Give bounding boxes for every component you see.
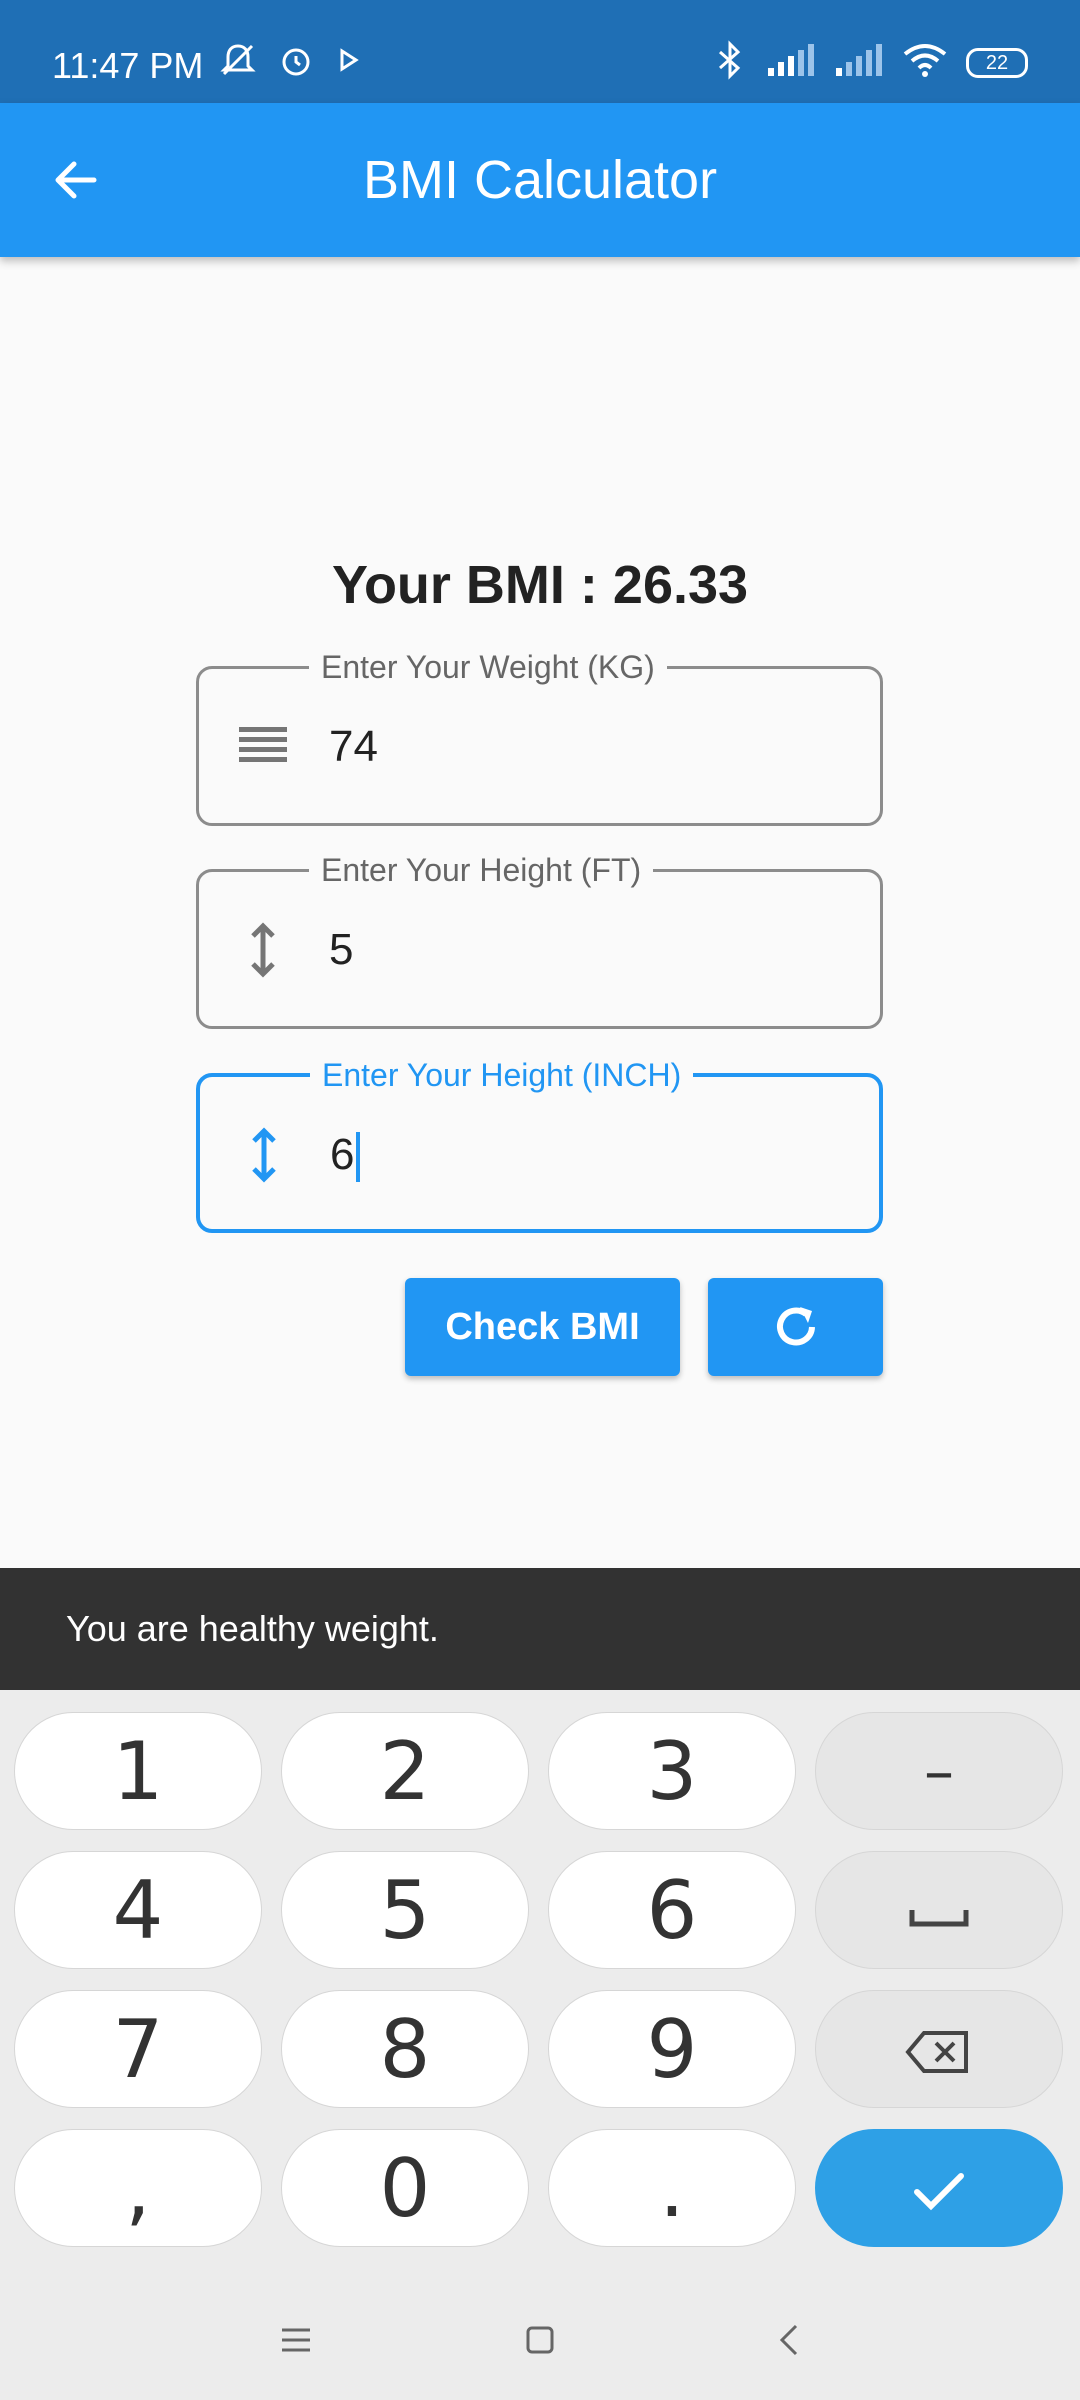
check-bmi-button[interactable]: Check BMI <box>405 1278 680 1376</box>
battery-icon: 22 <box>966 47 1028 78</box>
height-inch-field-label: Enter Your Height (INCH) <box>310 1055 694 1095</box>
key-8[interactable]: 8 <box>281 1990 529 2108</box>
status-time: 11:47 PM <box>52 45 204 86</box>
height-ft-field-value: 5 <box>329 925 354 974</box>
height-inch-field[interactable]: Enter Your Height (INCH) 6 <box>196 1055 883 1233</box>
status-icons-left <box>218 40 364 85</box>
snackbar-message: You are healthy weight. <box>66 1608 439 1649</box>
page-title: BMI Calculator <box>362 150 718 210</box>
alarm-icon <box>276 40 316 85</box>
height-inch-value-text: 6 <box>330 1130 355 1179</box>
key-space[interactable] <box>815 1851 1063 1969</box>
key-6[interactable]: 6 <box>548 1851 796 1969</box>
weight-field-value: 74 <box>329 722 378 771</box>
key-3[interactable]: 3 <box>548 1712 796 1830</box>
key-4[interactable]: 4 <box>14 1851 262 1969</box>
key-1[interactable]: 1 <box>14 1712 262 1830</box>
play-icon <box>334 45 364 80</box>
height-ft-field[interactable]: Enter Your Height (FT) 5 <box>196 850 883 1029</box>
wifi-icon <box>902 42 948 83</box>
vertical-arrows-icon <box>235 922 291 978</box>
key-backspace[interactable] <box>815 1990 1063 2108</box>
reset-button[interactable] <box>708 1278 883 1376</box>
status-icons-right: 22 <box>712 40 1028 85</box>
home-icon[interactable] <box>520 2320 560 2360</box>
mute-icon <box>218 40 258 85</box>
key-done[interactable] <box>815 2129 1063 2247</box>
check-icon <box>914 2173 964 2211</box>
weight-lines-icon <box>235 719 291 775</box>
space-icon <box>909 1910 969 1927</box>
refresh-icon <box>776 1307 815 1346</box>
backspace-icon <box>905 2031 968 2073</box>
height-inch-field-value: 6 <box>330 1127 361 1183</box>
signal-icon <box>834 42 884 83</box>
app-bar: BMI Calculator <box>0 103 1080 257</box>
key-minus[interactable]: – <box>815 1712 1063 1830</box>
key-7[interactable]: 7 <box>14 1990 262 2108</box>
key-5[interactable]: 5 <box>281 1851 529 1969</box>
bluetooth-icon <box>712 40 748 85</box>
key-2[interactable]: 2 <box>281 1712 529 1830</box>
key-0[interactable]: 0 <box>281 2129 529 2247</box>
status-bar: 11:47 PM 22 <box>0 0 1080 103</box>
key-comma[interactable]: , <box>14 2129 262 2247</box>
system-nav-bar <box>0 2280 1080 2400</box>
text-cursor <box>356 1132 361 1183</box>
weight-field[interactable]: Enter Your Weight (KG) 74 <box>196 647 883 826</box>
menu-icon[interactable] <box>276 2320 316 2360</box>
key-period[interactable]: . <box>548 2129 796 2247</box>
snackbar: You are healthy weight. <box>0 1568 1080 1690</box>
back-nav-icon[interactable] <box>770 2320 810 2360</box>
bmi-result: Your BMI : 26.33 <box>331 555 749 615</box>
vertical-arrows-icon <box>236 1127 292 1183</box>
weight-field-label: Enter Your Weight (KG) <box>309 647 667 687</box>
signal-icon <box>766 42 816 83</box>
height-ft-field-label: Enter Your Height (FT) <box>309 850 654 890</box>
key-9[interactable]: 9 <box>548 1990 796 2108</box>
